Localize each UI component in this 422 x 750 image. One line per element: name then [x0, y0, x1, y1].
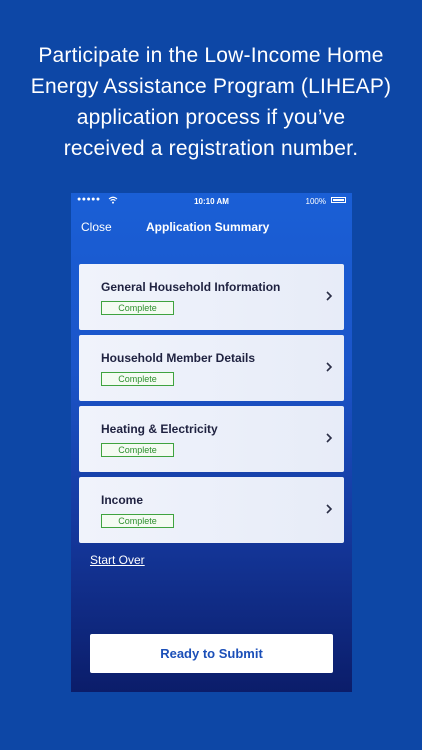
chevron-right-icon — [326, 433, 333, 443]
section-heating-electricity[interactable]: Heating & Electricity Complete — [79, 406, 344, 472]
page-title: Application Summary — [146, 220, 270, 234]
chevron-right-icon — [326, 362, 333, 372]
ready-to-submit-button[interactable]: Ready to Submit — [90, 634, 333, 673]
close-button[interactable]: Close — [81, 220, 112, 234]
section-label: General Household Information — [101, 280, 281, 294]
chevron-right-icon — [326, 504, 333, 514]
headline-line-2: Energy Assistance Program (LIHEAP) — [30, 75, 392, 98]
headline-line-3: application process if you’ve — [76, 106, 346, 129]
section-income[interactable]: Income Complete — [79, 477, 344, 543]
section-household-members[interactable]: Household Member Details Complete — [79, 335, 344, 401]
section-label: Heating & Electricity — [101, 422, 218, 436]
headline-line-4: received a registration number. — [63, 137, 359, 160]
section-general-household[interactable]: General Household Information Complete — [79, 264, 344, 330]
status-badge: Complete — [101, 301, 174, 315]
headline-line-1: Participate in the Low-Income Home — [38, 44, 384, 67]
status-badge: Complete — [101, 372, 174, 386]
nav-bar: Close Application Summary — [71, 213, 352, 241]
section-label: Income — [101, 493, 144, 507]
battery-percent: 100% — [305, 197, 326, 206]
battery-icon — [331, 197, 346, 203]
chevron-right-icon — [326, 291, 333, 301]
status-badge: Complete — [101, 443, 174, 457]
promo-headline: Participate in the Low-Income Home Energ… — [0, 40, 422, 164]
phone-screen: ●●●●● 10:10 AM 100% Close Application Su… — [71, 193, 352, 692]
start-over-link[interactable]: Start Over — [90, 553, 145, 567]
section-label: Household Member Details — [101, 351, 256, 365]
status-badge: Complete — [101, 514, 174, 528]
status-bar: ●●●●● 10:10 AM 100% — [71, 193, 352, 209]
